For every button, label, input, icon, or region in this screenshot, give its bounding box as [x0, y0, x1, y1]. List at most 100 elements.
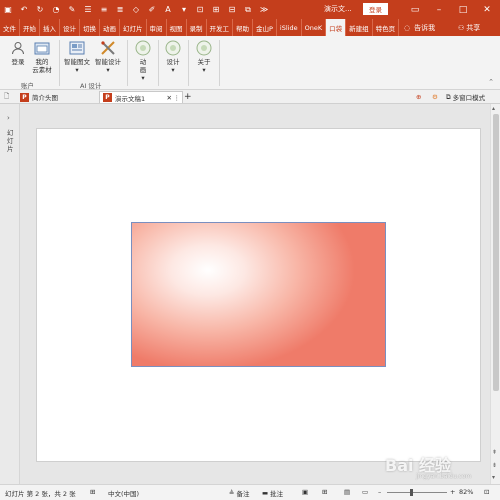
zoom-slider[interactable]	[387, 492, 447, 493]
tab-home[interactable]: 开始	[20, 19, 40, 36]
doc-tab-intro[interactable]: P 简介头图	[18, 91, 98, 103]
tab-featured[interactable]: 特色页	[373, 19, 400, 36]
document-tabs: 🗋 P 简介头图 P 演示文稿1 ✕ ⋮ + ⊕ ⚙ ⧉ 多窗口模式	[0, 90, 500, 104]
doc-list-icon[interactable]: 🗋	[4, 91, 9, 103]
tab-menu-icon[interactable]: ⋮	[174, 94, 181, 102]
smart-graphics-label: 智能图文	[64, 58, 90, 66]
language-status[interactable]: 中文(中国)	[108, 488, 139, 498]
save-icon[interactable]: ▣	[2, 3, 15, 16]
scroll-up-page-icon[interactable]: ⇞	[492, 449, 497, 456]
tell-me-label: 告诉我	[414, 23, 436, 32]
person-icon: ⚇	[458, 23, 465, 32]
smart-graphics-button[interactable]: 智能图文 ▾	[62, 40, 92, 74]
fit-to-window-icon[interactable]: ⊡	[484, 488, 489, 496]
smart-design-button[interactable]: 智能设计 ▾	[93, 40, 123, 74]
scroll-up-icon[interactable]: ▴	[492, 105, 495, 112]
tab-design[interactable]: 设计	[60, 19, 80, 36]
gradient-rectangle-shape[interactable]	[131, 222, 386, 367]
collapse-ribbon-icon[interactable]: ⌃	[488, 78, 494, 86]
zoom-slider-knob[interactable]	[410, 489, 413, 496]
text-icon[interactable]: ▾	[178, 3, 191, 16]
align-icon[interactable]: ≣	[114, 3, 127, 16]
tab-insert[interactable]: 插入	[40, 19, 60, 36]
ribbon-separator	[59, 40, 60, 86]
add-tab-button[interactable]: +	[184, 91, 192, 103]
more-icon[interactable]: ≫	[258, 3, 271, 16]
share-button[interactable]: ⚇ 共享	[458, 19, 480, 36]
expand-pane-icon[interactable]: ›	[7, 114, 10, 122]
scroll-down-page-icon[interactable]: ⇟	[492, 462, 497, 469]
accessibility-icon[interactable]: ⊞	[90, 488, 95, 496]
tab-islide[interactable]: iSlide	[277, 19, 302, 36]
font-color-icon[interactable]: A	[162, 3, 175, 16]
group-icon[interactable]: ⊞	[210, 3, 223, 16]
format-painter-icon[interactable]: ✎	[66, 3, 79, 16]
numbering-icon[interactable]: ≡	[98, 3, 111, 16]
zoom-level[interactable]: 82%	[459, 488, 473, 496]
status-bar: 幻灯片 第 2 张，共 2 张 ⊞ 中文(中国) ≜ 备注 ▬ 批注 ▣ ⊞ ▤…	[0, 484, 500, 500]
tab-onekey[interactable]: OneK	[302, 19, 327, 36]
tab-developer[interactable]: 开发工	[207, 19, 233, 36]
copy-icon[interactable]: ⧉	[242, 3, 255, 16]
spell-icon[interactable]: ◔	[50, 3, 63, 16]
zoom-out-button[interactable]: –	[378, 488, 381, 496]
ribbon-separator	[219, 40, 220, 86]
ribbon-display-icon[interactable]: ▭	[404, 0, 426, 19]
pin-icon[interactable]: ⊕	[416, 91, 421, 103]
notes-button[interactable]: ≜ 备注	[229, 488, 249, 498]
zoom-in-button[interactable]: +	[450, 488, 455, 496]
tab-transitions[interactable]: 切换	[80, 19, 100, 36]
tab-record[interactable]: 录制	[187, 19, 207, 36]
slide-sorter-icon[interactable]: ⊞	[322, 488, 327, 496]
normal-view-icon[interactable]: ▣	[302, 488, 308, 496]
scroll-thumb[interactable]	[493, 114, 499, 391]
slides-pane-label[interactable]: 幻灯片	[7, 129, 14, 153]
gear-icon[interactable]: ⚙	[432, 91, 438, 103]
arrange-icon[interactable]: ⊟	[226, 3, 239, 16]
tab-new-group[interactable]: 新建组	[346, 19, 373, 36]
notes-icon: ≜	[229, 489, 235, 497]
title-bar: ▣ ↶ ↻ ◔ ✎ ☰ ≡ ≣ ◇ ✐ A ▾ ⊡ ⊞ ⊟ ⧉ ≫ 演示文...…	[0, 0, 500, 19]
crop-icon[interactable]: ⊡	[194, 3, 207, 16]
tab-view[interactable]: 视图	[167, 19, 187, 36]
redo-icon[interactable]: ↻	[34, 3, 47, 16]
powerpoint-icon: P	[20, 92, 29, 102]
design-label: 设计	[166, 58, 180, 66]
close-tab-icon[interactable]: ✕	[167, 94, 172, 102]
tab-review[interactable]: 审阅	[147, 19, 167, 36]
login-button[interactable]: 登录	[363, 3, 388, 15]
comments-button[interactable]: ▬ 批注	[262, 488, 283, 498]
my-cloud-button[interactable]: 我的 云素材	[30, 40, 54, 74]
design-button[interactable]: 设计 ▾	[162, 40, 184, 74]
reading-view-icon[interactable]: ▤	[344, 488, 350, 496]
slides-pane: › 幻灯片	[0, 104, 20, 484]
maximize-button[interactable]: □	[452, 0, 474, 19]
tab-jinshan[interactable]: 金山P	[253, 19, 277, 36]
dropdown-arrow-icon: ▾	[202, 66, 206, 74]
multi-window-button[interactable]: ⧉ 多窗口模式	[446, 91, 485, 103]
doc-tab-presentation[interactable]: P 演示文稿1 ✕ ⋮	[99, 91, 183, 103]
doc-tab-presentation-label: 演示文稿1	[115, 94, 146, 103]
animation-button[interactable]: 动 画 ▾	[132, 40, 154, 82]
bullets-icon[interactable]: ☰	[82, 3, 95, 16]
tell-me[interactable]: ◌ 告诉我	[404, 19, 435, 36]
tab-slideshow[interactable]: 幻灯片	[120, 19, 147, 36]
tab-pocket[interactable]: 口袋	[326, 19, 347, 36]
minimize-button[interactable]: –	[428, 0, 450, 19]
window-title: 演示文...	[324, 5, 352, 13]
my-cloud-label: 我的 云素材	[32, 58, 52, 74]
tab-animations[interactable]: 动画	[100, 19, 120, 36]
about-button[interactable]: 关于 ▾	[193, 40, 215, 74]
tab-file[interactable]: 文件	[0, 19, 20, 36]
pen-icon[interactable]: ✐	[146, 3, 159, 16]
undo-icon[interactable]: ↶	[18, 3, 31, 16]
vertical-scrollbar[interactable]: ▴ ⇞ ⇟ ▾	[490, 104, 500, 484]
account-group-label: 账户	[21, 82, 34, 90]
close-button[interactable]: ✕	[476, 0, 498, 19]
design-icon	[165, 40, 181, 56]
tab-help[interactable]: 帮助	[233, 19, 253, 36]
login-ribbon-button[interactable]: 登录	[7, 40, 29, 66]
slideshow-icon[interactable]: ▭	[362, 488, 368, 496]
shape-icon[interactable]: ◇	[130, 3, 143, 16]
scroll-down-icon[interactable]: ▾	[492, 474, 495, 481]
